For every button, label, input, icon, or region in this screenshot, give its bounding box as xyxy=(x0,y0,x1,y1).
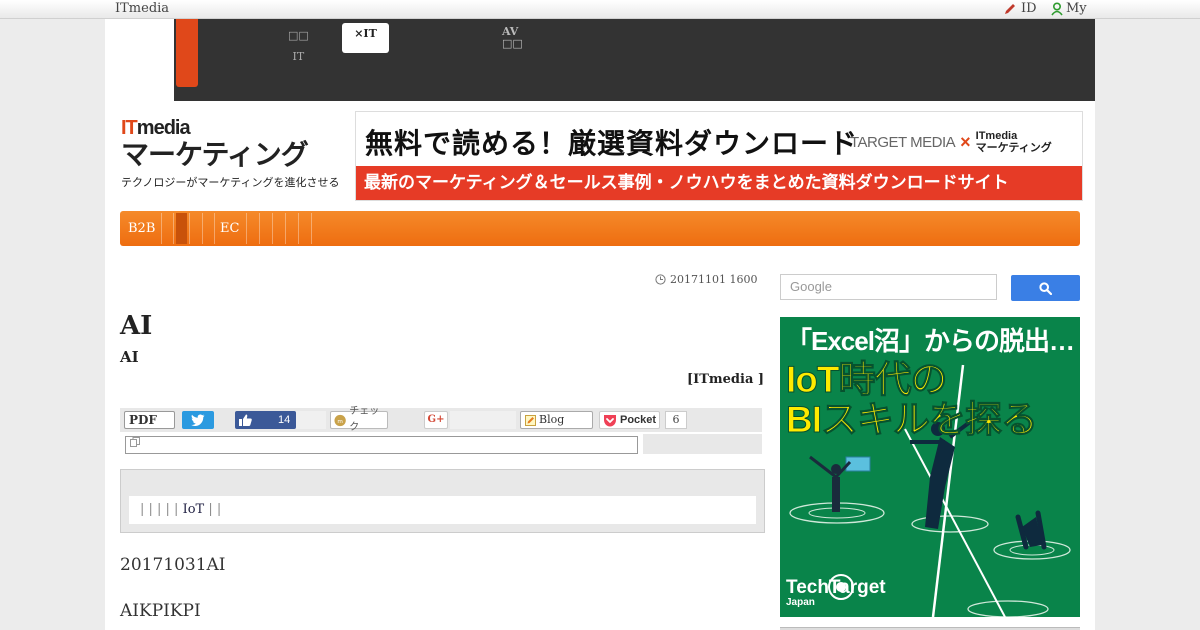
ad-line3: BIスキルを探る xyxy=(786,399,1039,441)
channel-nav: □□ IT ×IT AV □□ xyxy=(174,19,1095,101)
related-trailing-separators: | | xyxy=(208,502,222,517)
share-bar: PDF 14 m チェック G+ Blog Pocket 6 xyxy=(120,406,762,433)
banner-brand-it: ITmedia xyxy=(975,130,1018,142)
banner-brand-itmedia: ITmedia マーケティング xyxy=(976,130,1052,154)
ad-brand-name: TechTarget xyxy=(786,577,886,598)
publish-timestamp: 20171101 1600 xyxy=(655,273,757,286)
facebook-button-extension xyxy=(296,411,326,429)
blog-label: Blog xyxy=(539,413,565,426)
category-nav: B2B EC xyxy=(120,211,1080,246)
share-url-side xyxy=(643,434,762,454)
article-credit: [ITmedia ] xyxy=(687,372,765,387)
article-paragraph-1: 20171031AI xyxy=(120,555,226,575)
channel-item-av-glyph: □□ xyxy=(502,37,523,50)
google-plus-extension xyxy=(450,411,516,429)
channel-item-it-label: IT xyxy=(292,50,305,63)
pdf-button[interactable]: PDF xyxy=(124,411,175,429)
twitter-bird-icon xyxy=(191,414,205,426)
category-separator xyxy=(202,213,203,244)
channel-item-active[interactable]: ×IT xyxy=(342,23,389,53)
logo-line1: ITmedia xyxy=(121,117,346,139)
ad-brand-sub: Japan xyxy=(786,597,815,608)
channel-item-it-glyph: □□ xyxy=(288,29,309,42)
channel-red-tab[interactable] xyxy=(176,19,198,87)
facebook-like-button[interactable]: 14 xyxy=(235,411,296,429)
article-paragraph-2: AIKPIKPI xyxy=(120,601,201,621)
pencil-note-icon xyxy=(525,414,536,426)
pocket-label: Pocket xyxy=(620,414,657,426)
banner-brand-mk: マーケティング xyxy=(975,142,1052,154)
pencil-icon xyxy=(1005,3,1015,14)
id-link[interactable]: ID xyxy=(1003,1,1037,16)
related-tag-iot[interactable]: IoT xyxy=(183,502,205,517)
ad-brand: TechTarget Japan xyxy=(786,577,886,608)
banner-brand: TARGET MEDIA × ITmedia マーケティング xyxy=(850,130,1052,154)
category-separator xyxy=(311,213,312,244)
my-link[interactable]: My xyxy=(1051,1,1087,16)
mixi-check-button[interactable]: m チェック xyxy=(330,406,388,433)
category-separator xyxy=(189,213,190,244)
category-separator xyxy=(272,213,273,244)
id-link-label: ID xyxy=(1021,1,1037,16)
article-title: AI xyxy=(120,311,153,341)
sidebar-ad[interactable]: 「Excel沼」からの脱出… IoT時代の BIスキルを探る TechTarge… xyxy=(780,317,1080,617)
related-separators: | | | | | xyxy=(140,502,179,517)
blog-button[interactable]: Blog xyxy=(520,411,593,429)
article-subtitle: AI xyxy=(120,348,139,366)
logo-it: IT xyxy=(121,117,138,139)
pocket-icon xyxy=(604,414,616,426)
share-url-row xyxy=(120,433,762,457)
related-tags-box: | | | | | IoT | | xyxy=(120,469,765,533)
banner-brand-x: × xyxy=(960,131,971,152)
channel-item-av[interactable]: AV □□ xyxy=(502,26,523,50)
banner-strip: 最新のマーケティング＆セールス事例・ノウハウをまとめた資料ダウンロードサイト xyxy=(356,166,1082,200)
pocket-count: 6 xyxy=(665,411,687,429)
my-link-label: My xyxy=(1066,1,1087,16)
category-separator xyxy=(173,213,174,244)
timestamp-text: 20171101 1600 xyxy=(670,273,758,286)
mixi-check-label: チェック xyxy=(349,406,380,433)
twitter-button[interactable] xyxy=(182,411,214,429)
related-tags-list: | | | | | IoT | | xyxy=(129,496,756,524)
google-plus-button[interactable]: G+ xyxy=(424,411,448,429)
thumbs-up-icon xyxy=(239,414,252,426)
clock-icon xyxy=(655,274,666,285)
share-url-field[interactable] xyxy=(125,436,638,454)
category-item-b2b[interactable]: B2B xyxy=(128,211,155,246)
category-separator xyxy=(246,213,247,244)
global-header: ITmedia ID My xyxy=(0,0,1200,19)
page-container: □□ IT ×IT AV □□ ITmedia マーケティング テクノロジーがマ… xyxy=(105,19,1095,630)
site-logo[interactable]: ITmedia マーケティング テクノロジーがマーケティングを進化させる xyxy=(121,117,346,191)
copy-icon xyxy=(130,437,140,447)
category-separator xyxy=(214,213,215,244)
logo-tagline: テクノロジーがマーケティングを進化させる xyxy=(121,177,340,189)
category-item-active[interactable] xyxy=(176,213,187,244)
mixi-icon: m xyxy=(334,414,346,426)
banner-headline: 無料で読める！厳選資料ダウンロード xyxy=(365,128,859,159)
category-separator xyxy=(259,213,260,244)
pocket-button[interactable]: Pocket xyxy=(599,411,660,429)
search-icon xyxy=(1039,281,1052,295)
channel-item-it[interactable]: □□ IT xyxy=(288,25,309,67)
facebook-like-count: 14 xyxy=(278,414,291,426)
user-icon xyxy=(1051,1,1063,15)
category-separator xyxy=(285,213,286,244)
itmedia-home-link[interactable]: ITmedia xyxy=(115,1,169,16)
svg-text:m: m xyxy=(337,418,343,424)
header-banner-ad[interactable]: 無料で読める！厳選資料ダウンロード TARGET MEDIA × ITmedia… xyxy=(355,111,1083,201)
category-separator xyxy=(298,213,299,244)
banner-brand-target: TARGET MEDIA xyxy=(850,133,956,151)
channel-item-active-line2: ×IT xyxy=(354,27,377,40)
logo-media: media xyxy=(136,117,191,139)
search-input[interactable]: Google xyxy=(780,274,997,300)
category-separator xyxy=(161,213,162,244)
logo-line2: マーケティング xyxy=(121,139,309,170)
search-button[interactable] xyxy=(1011,275,1080,301)
category-item-ec[interactable]: EC xyxy=(220,211,239,246)
